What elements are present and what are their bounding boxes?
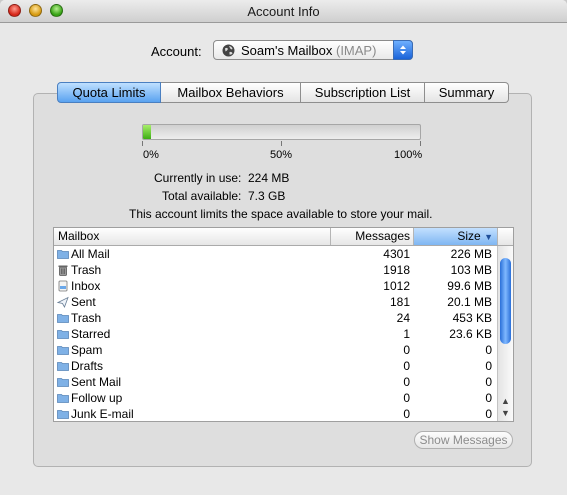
inbox-icon <box>57 280 69 292</box>
mailbox-name: Inbox <box>71 279 101 293</box>
table-row[interactable]: Inbox 1012 99.6 MB <box>54 278 498 294</box>
mailbox-size: 226 MB <box>450 247 492 261</box>
account-popup[interactable]: Soam's Mailbox (IMAP) <box>213 40 413 60</box>
message-count: 0 <box>403 375 410 389</box>
mailbox-name: Trash <box>71 263 102 277</box>
message-count: 4301 <box>383 247 410 261</box>
mailbox-name: Follow up <box>71 391 123 405</box>
mailbox-name: Sent Mail <box>71 375 122 389</box>
mailbox-size: 99.6 MB <box>447 279 492 293</box>
column-mailbox[interactable]: Mailbox <box>54 228 331 245</box>
table-row[interactable]: Spam 0 0 <box>54 342 498 358</box>
tab-quota-limits[interactable]: Quota Limits <box>57 82 161 103</box>
table-row[interactable]: Trash 1918 103 MB <box>54 262 498 278</box>
message-count: 1012 <box>383 279 410 293</box>
table-row[interactable]: Drafts 0 0 <box>54 358 498 374</box>
column-size[interactable]: Size ▼ <box>414 228 498 245</box>
message-count: 0 <box>403 391 410 405</box>
table-row[interactable]: Follow up 0 0 <box>54 390 498 406</box>
available-label: Total available: <box>162 189 242 203</box>
mailbox-size: 20.1 MB <box>447 295 492 309</box>
table-row[interactable]: Sent Mail 0 0 <box>54 374 498 390</box>
quota-note: This account limits the space available … <box>129 207 433 221</box>
scroll-up-arrow-icon[interactable]: ▲ <box>501 396 510 406</box>
show-messages-button[interactable]: Show Messages <box>414 431 513 449</box>
scrollbar-thumb[interactable] <box>500 257 511 344</box>
table-row[interactable]: Sent 181 20.1 MB <box>54 294 498 310</box>
tab-mailbox-behaviors[interactable]: Mailbox Behaviors <box>161 82 301 103</box>
trash-icon <box>57 264 69 276</box>
mailbox-size: 0 <box>485 375 492 389</box>
quota-scale-min: 0% <box>143 149 159 161</box>
quota-bar-fill <box>143 125 152 139</box>
tab-bar: Quota Limits Mailbox Behaviors Subscript… <box>57 82 509 103</box>
quota-tick <box>420 141 421 146</box>
mailbox-name: All Mail <box>71 247 110 261</box>
folder-icon <box>57 248 69 260</box>
mailbox-name: Starred <box>71 327 111 341</box>
mailbox-size: 103 MB <box>450 263 492 277</box>
quota-scale-max: 100% <box>394 149 423 161</box>
scroll-down-arrow-icon[interactable]: ▼ <box>501 408 510 418</box>
message-count: 24 <box>396 311 410 325</box>
folder-icon <box>57 392 69 404</box>
folder-icon <box>57 344 69 356</box>
column-messages[interactable]: Messages <box>331 228 414 245</box>
tab-summary[interactable]: Summary <box>425 82 509 103</box>
mailbox-name: Junk E-mail <box>71 407 134 421</box>
mailbox-size: 0 <box>485 407 492 421</box>
table-row[interactable]: Junk E-mail 0 0 <box>54 406 498 421</box>
account-name-text: Soam's Mailbox (IMAP) <box>241 43 377 58</box>
folder-icon <box>57 328 69 340</box>
table-header: Mailbox Messages Size ▼ <box>54 228 513 246</box>
mailbox-table[interactable]: Mailbox Messages Size ▼ All Mail 4301 226 … <box>53 227 514 422</box>
mailbox-name: Trash <box>71 311 102 325</box>
mailbox-size: 453 KB <box>452 311 492 325</box>
account-info-window: Account Info Account: Soam's Mailbox (IM… <box>0 0 567 495</box>
folder-icon <box>57 408 69 420</box>
folder-icon <box>57 360 69 372</box>
folder-icon <box>57 376 69 388</box>
title-bar[interactable]: Account Info <box>0 0 567 23</box>
mailbox-name: Drafts <box>71 359 104 373</box>
quota-scale-mid: 50% <box>270 149 293 161</box>
tab-subscription-list[interactable]: Subscription List <box>301 82 425 103</box>
mailbox-name: Spam <box>71 343 103 357</box>
quota-tick <box>142 141 143 146</box>
table-rows: All Mail 4301 226 MB Trash 1918 103 MB Inbox 10… <box>54 246 498 421</box>
popup-stepper-icon <box>393 40 413 60</box>
mailbox-size: 0 <box>485 343 492 357</box>
table-scrollbar[interactable]: ▲ ▼ <box>497 246 513 421</box>
available-value: 7.3 GB <box>248 189 286 203</box>
message-count: 0 <box>403 359 410 373</box>
table-row[interactable]: Trash 24 453 KB <box>54 310 498 326</box>
table-row[interactable]: All Mail 4301 226 MB <box>54 246 498 262</box>
table-row[interactable]: Starred 1 23.6 KB <box>54 326 498 342</box>
message-count: 0 <box>403 343 410 357</box>
message-count: 181 <box>389 295 410 309</box>
mailbox-name: Sent <box>71 295 96 309</box>
quota-bar <box>142 124 421 140</box>
message-count: 1918 <box>383 263 410 277</box>
mailbox-size: 23.6 KB <box>449 327 492 341</box>
message-count: 0 <box>403 407 410 421</box>
mailbox-size: 0 <box>485 391 492 405</box>
quota-tick <box>281 141 282 146</box>
mailbox-size: 0 <box>485 359 492 373</box>
in-use-label: Currently in use: <box>154 171 242 185</box>
window-title: Account Info <box>247 4 320 19</box>
message-count: 1 <box>403 327 410 341</box>
sort-descending-icon: ▼ <box>484 232 493 242</box>
folder-icon <box>57 312 69 324</box>
sent-icon <box>56 296 69 308</box>
globe-icon <box>222 44 235 60</box>
in-use-value: 224 MB <box>248 171 290 185</box>
account-label: Account: <box>151 44 202 59</box>
